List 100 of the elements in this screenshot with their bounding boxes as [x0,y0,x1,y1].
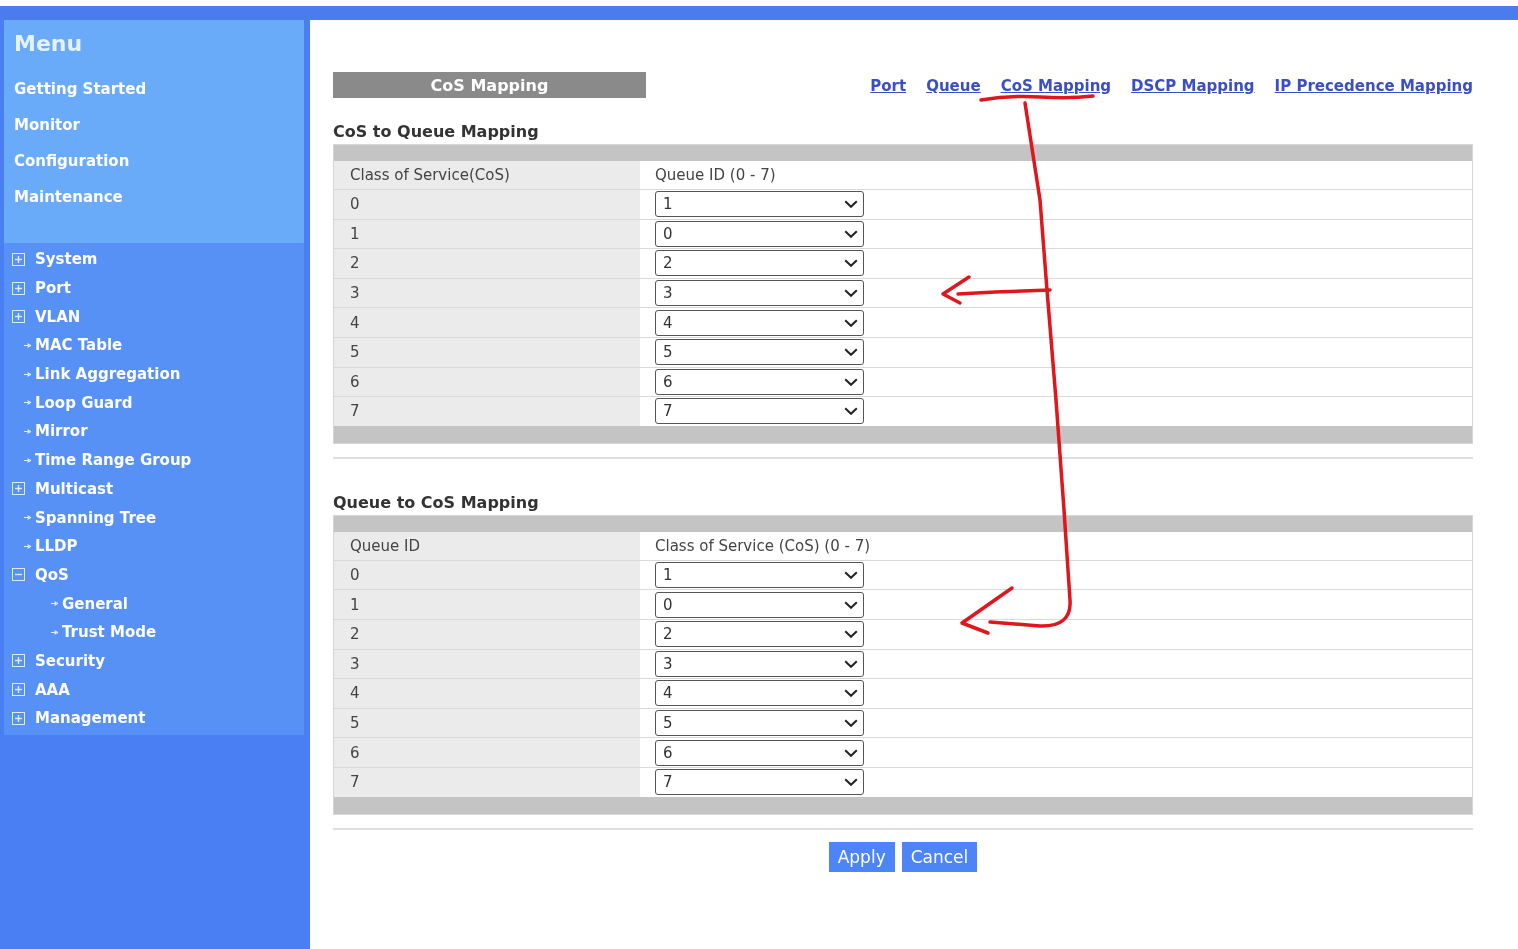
dropdown[interactable]: 0 [655,220,864,247]
section-title: CoS to Queue Mapping [333,121,539,143]
chevron-down-icon [844,377,858,386]
dropdown[interactable]: 3 [655,650,864,677]
sidebar-item[interactable]: Loop Guard [35,393,133,412]
dropdown[interactable]: 4 [655,680,864,707]
table-cell: 1 [350,224,360,243]
nav-link[interactable]: Queue [926,77,981,95]
menu-item[interactable]: Monitor [14,107,80,143]
arrow-bullet-icon [24,543,31,549]
chevron-down-icon [844,318,858,327]
table-cell: 0 [350,566,360,585]
table-cell: 2 [350,254,360,273]
sidebar-item[interactable]: QoS [35,565,69,584]
table-cell: 3 [350,654,360,673]
chevron-down-icon [844,748,858,757]
dropdown[interactable]: 1 [655,191,864,218]
sidebar-item[interactable]: Management [35,709,146,728]
sidebar-item[interactable]: MAC Table [35,336,123,355]
dropdown[interactable]: 1 [655,562,864,589]
nav-link[interactable]: Port [870,77,907,95]
sidebar-item[interactable]: Spanning Tree [35,508,157,527]
arrow-bullet-icon [24,342,31,348]
chevron-down-icon [844,407,858,416]
chevron-down-icon [844,778,858,787]
sidebar-item[interactable]: Port [35,279,71,298]
sidebar-item[interactable]: VLAN [35,307,81,326]
chevron-down-icon [844,259,858,268]
nav-link[interactable]: IP Precedence Mapping [1274,77,1473,95]
expand-icon[interactable] [12,310,25,324]
table-cell: 5 [350,343,360,362]
table-cell: 0 [350,195,360,214]
expand-icon[interactable] [12,711,25,725]
column-header: Queue ID (0 - 7) [655,166,776,184]
dropdown[interactable]: 5 [655,710,864,736]
table-cell: 7 [350,773,360,792]
dropdown[interactable]: 7 [655,398,864,425]
chevron-down-icon [844,659,858,668]
arrow-bullet-icon [51,601,58,607]
chevron-down-icon [844,200,858,209]
menu-item[interactable]: Getting Started [14,71,147,107]
sidebar-item[interactable]: Multicast [35,479,114,498]
arrow-bullet-icon [24,457,31,463]
expand-icon[interactable] [12,482,25,496]
chevron-down-icon [844,689,858,698]
chevron-down-icon [844,289,858,298]
column-header: Class of Service (CoS) (0 - 7) [655,536,871,555]
sidebar-item[interactable]: Trust Mode [62,623,157,642]
sidebar-item[interactable]: Mirror [35,422,88,441]
nav-link[interactable]: CoS Mapping [1000,77,1112,95]
arrow-bullet-icon [51,629,58,635]
dropdown[interactable]: 6 [655,368,864,395]
table-cell: 1 [350,595,360,614]
table-cell: 3 [350,284,360,303]
sidebar-item[interactable]: General [62,594,128,613]
dropdown[interactable]: 4 [655,309,864,336]
action-button[interactable]: Cancel [901,841,978,872]
chevron-down-icon [844,571,858,580]
sidebar-item[interactable]: AAA [35,680,70,699]
table-cell: 2 [350,625,360,644]
dropdown[interactable]: 3 [655,280,864,307]
dropdown[interactable]: 2 [655,621,864,648]
column-header: Class of Service(CoS) [350,166,510,184]
table-cell: 5 [350,714,360,732]
action-button[interactable]: Apply [828,841,895,872]
dropdown[interactable]: 2 [655,250,864,277]
table-cell: 7 [350,402,360,421]
nav-link[interactable]: DSCP Mapping [1131,77,1255,95]
sidebar-item[interactable]: Link Aggregation [35,365,181,384]
expand-icon[interactable] [12,683,25,697]
chevron-down-icon [844,630,858,639]
arrow-bullet-icon [24,371,31,377]
sidebar-item[interactable]: LLDP [35,537,78,556]
table-cell: 4 [350,313,360,332]
sidebar-item[interactable]: Time Range Group [35,451,192,470]
dropdown[interactable]: 7 [655,769,864,796]
table-cell: 4 [350,684,360,703]
dropdown[interactable]: 0 [655,591,864,618]
expand-icon[interactable] [12,654,25,668]
chevron-down-icon [844,348,858,357]
arrow-bullet-icon [24,428,31,434]
sidebar-item[interactable]: System [35,250,98,269]
chevron-down-icon [844,719,858,727]
expand-icon[interactable] [12,281,25,295]
chevron-down-icon [844,229,858,238]
section-title: Queue to CoS Mapping [333,491,539,514]
table-cell: 6 [350,743,360,762]
chevron-down-icon [844,600,858,609]
table-cell: 6 [350,372,360,391]
dropdown[interactable]: 5 [655,339,864,366]
dropdown[interactable]: 6 [655,739,864,766]
menu-title: Menu [14,30,83,58]
page-title: CoS Mapping [333,72,646,98]
arrow-bullet-icon [24,400,31,406]
collapse-icon[interactable] [12,568,25,582]
menu-item[interactable]: Configuration [14,143,130,179]
sidebar-item[interactable]: Security [35,651,106,670]
expand-icon[interactable] [12,252,25,266]
arrow-bullet-icon [24,515,31,521]
menu-item[interactable]: Maintenance [14,179,123,215]
